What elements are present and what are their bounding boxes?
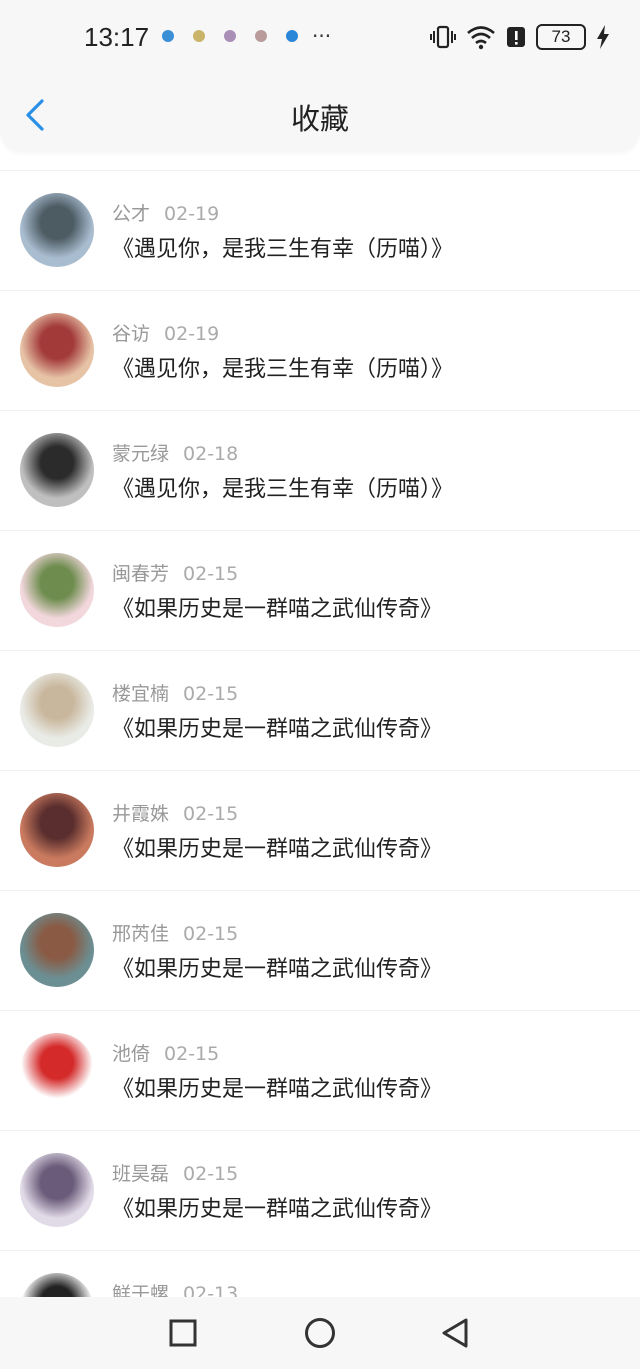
notification-icon	[162, 30, 174, 42]
list-item[interactable]: 池倚 02-15 《如果历史是一群喵之武仙传奇》	[0, 1010, 640, 1130]
list-item[interactable]: 楼宜楠 02-15 《如果历史是一群喵之武仙传奇》	[0, 650, 640, 770]
list-item[interactable]: 井霞姝 02-15 《如果历史是一群喵之武仙传奇》	[0, 770, 640, 890]
avatar[interactable]	[20, 193, 94, 267]
item-date: 02-15	[183, 803, 239, 825]
item-title: 《如果历史是一群喵之武仙传奇》	[112, 1077, 443, 1102]
author-name: 班昊磊	[112, 1163, 170, 1185]
avatar[interactable]	[20, 1033, 94, 1107]
navigation-bar	[0, 1297, 640, 1369]
author-name: 蒙元绿	[112, 443, 170, 465]
author-name: 闽春芳	[112, 563, 170, 585]
more-notifications-icon: ···	[312, 24, 332, 48]
item-title: 《如果历史是一群喵之武仙传奇》	[112, 717, 443, 742]
notification-icon	[193, 30, 205, 42]
list-item[interactable]: 公才 02-19 《遇见你，是我三生有幸（历喵）》	[0, 170, 640, 290]
recent-apps-icon[interactable]	[163, 1313, 203, 1353]
item-date: 02-19	[164, 203, 220, 225]
list-item[interactable]: 邢芮佳 02-15 《如果历史是一群喵之武仙传奇》	[0, 890, 640, 1010]
list-item[interactable]: 闽春芳 02-15 《如果历史是一群喵之武仙传奇》	[0, 530, 640, 650]
item-title: 《如果历史是一群喵之武仙传奇》	[112, 597, 443, 622]
item-date: 02-15	[183, 683, 239, 705]
notification-icon	[224, 30, 236, 42]
item-title: 《如果历史是一群喵之武仙传奇》	[112, 837, 443, 862]
author-name: 谷访	[112, 323, 151, 345]
item-title: 《如果历史是一群喵之武仙传奇》	[112, 1197, 443, 1222]
item-meta: 蒙元绿 02-18	[112, 439, 238, 466]
item-title: 《如果历史是一群喵之武仙传奇》	[112, 957, 443, 982]
item-meta: 谷访 02-19	[112, 319, 219, 346]
item-title: 《遇见你，是我三生有幸（历喵）》	[112, 237, 454, 262]
home-icon[interactable]	[300, 1313, 340, 1353]
status-time: 13:17	[84, 22, 150, 52]
list-item[interactable]: 谷访 02-19 《遇见你，是我三生有幸（历喵）》	[0, 290, 640, 410]
notification-icons	[162, 30, 298, 42]
vibrate-icon	[430, 25, 456, 49]
system-icons: 73	[430, 24, 610, 50]
author-name: 井霞姝	[112, 803, 170, 825]
alert-icon	[507, 27, 525, 47]
app-header: 收藏	[0, 76, 640, 152]
back-icon[interactable]	[436, 1313, 476, 1353]
item-date: 02-15	[183, 1163, 239, 1185]
avatar[interactable]	[20, 553, 94, 627]
avatar[interactable]	[20, 793, 94, 867]
page-title: 收藏	[290, 102, 349, 136]
item-meta: 闽春芳 02-15	[112, 559, 238, 586]
item-date: 02-15	[164, 1043, 220, 1065]
avatar[interactable]	[20, 433, 94, 507]
avatar[interactable]	[20, 913, 94, 987]
item-title: 《遇见你，是我三生有幸（历喵）》	[112, 357, 454, 382]
avatar[interactable]	[20, 313, 94, 387]
favorites-list: 公才 02-19 《遇见你，是我三生有幸（历喵）》 谷访 02-19 《遇见你，是我三生有…	[0, 170, 640, 1370]
notification-icon	[286, 30, 298, 42]
item-meta: 邢芮佳 02-15	[112, 919, 238, 946]
item-date: 02-15	[183, 923, 239, 945]
status-bar: 13:17 ··· 73	[0, 0, 640, 76]
author-name: 池倚	[112, 1043, 151, 1065]
item-meta: 楼宜楠 02-15	[112, 679, 238, 706]
author-name: 公才	[112, 203, 151, 225]
item-meta: 班昊磊 02-15	[112, 1159, 238, 1186]
item-date: 02-18	[183, 443, 239, 465]
avatar[interactable]	[20, 673, 94, 747]
item-meta: 池倚 02-15	[112, 1039, 219, 1066]
item-meta: 公才 02-19	[112, 199, 219, 226]
item-date: 02-19	[164, 323, 220, 345]
item-date: 02-15	[183, 563, 239, 585]
avatar[interactable]	[20, 1153, 94, 1227]
wifi-icon	[467, 26, 495, 50]
charging-icon	[597, 25, 609, 49]
notification-icon	[255, 30, 267, 42]
list-item[interactable]: 班昊磊 02-15 《如果历史是一群喵之武仙传奇》	[0, 1130, 640, 1250]
item-meta: 井霞姝 02-15	[112, 799, 238, 826]
author-name: 楼宜楠	[112, 683, 170, 705]
author-name: 邢芮佳	[112, 923, 170, 945]
list-item[interactable]: 蒙元绿 02-18 《遇见你，是我三生有幸（历喵）》	[0, 410, 640, 530]
battery-indicator: 73	[536, 24, 586, 50]
item-title: 《遇见你，是我三生有幸（历喵）》	[112, 477, 454, 502]
